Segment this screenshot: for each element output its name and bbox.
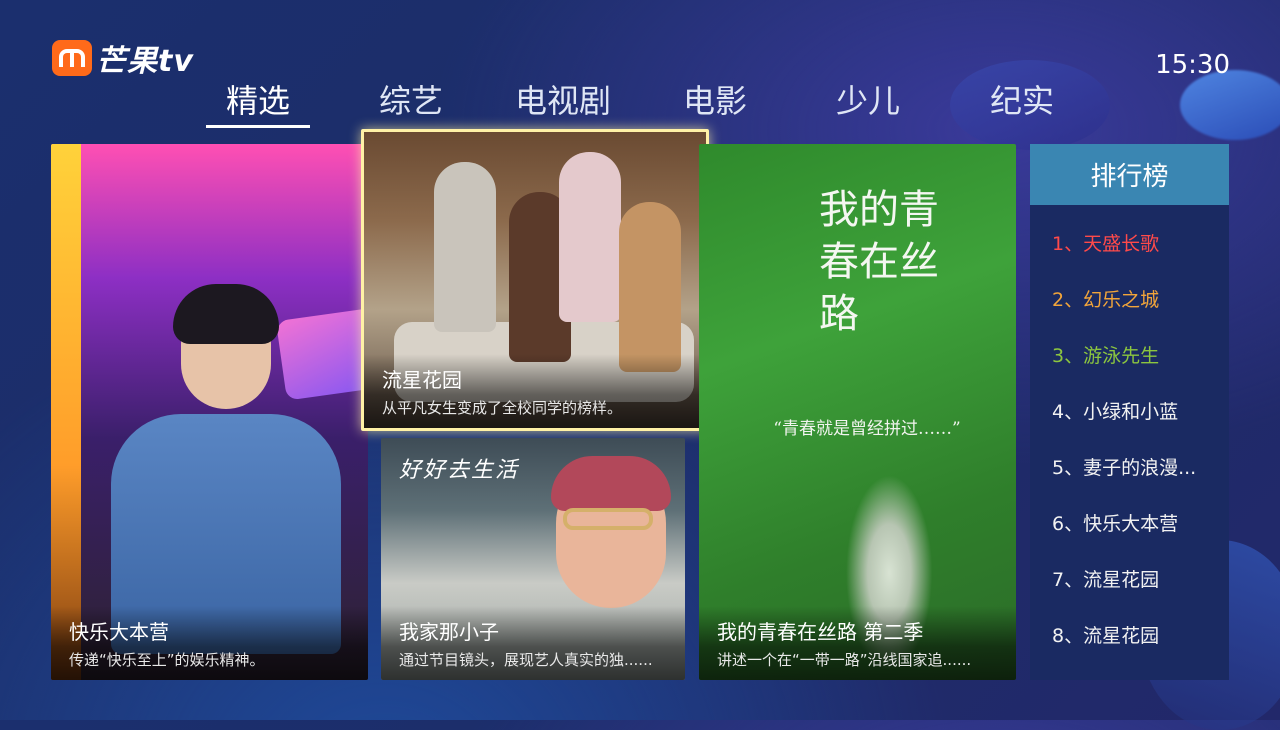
tab-kids[interactable]: 少儿 bbox=[836, 76, 900, 122]
card-title: 快乐大本营 bbox=[69, 620, 169, 644]
ranking-item[interactable]: 1、天盛长歌 bbox=[1030, 214, 1229, 270]
poster-image bbox=[434, 162, 496, 332]
content-card-meteor-garden[interactable]: 流星花园 从平凡女生变成了全校同学的榜样。 bbox=[361, 129, 709, 431]
show-logo-image bbox=[275, 307, 368, 401]
card-caption: 流星花园 从平凡女生变成了全校同学的榜样。 bbox=[364, 354, 706, 428]
ranking-item[interactable]: 2、幻乐之城 bbox=[1030, 270, 1229, 326]
ranking-item[interactable]: 6、快乐大本营 bbox=[1030, 494, 1229, 550]
content-card-youth-silk-road[interactable]: 我的青春在丝路 “青春就是曾经拼过……” 我的青春在丝路 第二季 讲述一个在“一… bbox=[699, 144, 1016, 680]
ranking-item[interactable]: 7、流星花园 bbox=[1030, 550, 1229, 606]
category-tabs: 精选 综艺 电视剧 电影 少儿 纪实 bbox=[0, 76, 1280, 128]
card-caption: 快乐大本营 传递“快乐至上”的娱乐精神。 bbox=[51, 606, 368, 680]
poster-script-text: 好好去生活 bbox=[399, 458, 520, 483]
card-title: 我的青春在丝路 第二季 bbox=[717, 620, 924, 644]
card-title: 我家那小子 bbox=[399, 620, 499, 644]
content-card-my-boy[interactable]: 好好去生活 我家那小子 通过节目镜头，展现艺人真实的独...... bbox=[381, 438, 685, 680]
tab-variety[interactable]: 综艺 bbox=[379, 76, 443, 122]
card-title: 流星花园 bbox=[382, 368, 462, 392]
poster-image bbox=[563, 508, 653, 530]
brand-logo: 芒果tv bbox=[52, 38, 194, 79]
ranking-item[interactable]: 8、流星花园 bbox=[1030, 606, 1229, 662]
tab-tv-series[interactable]: 电视剧 bbox=[515, 76, 611, 122]
card-subtitle: 从平凡女生变成了全校同学的榜样。 bbox=[382, 399, 623, 417]
tab-movies[interactable]: 电影 bbox=[683, 76, 747, 122]
card-subtitle: 讲述一个在“一带一路”沿线国家追...... bbox=[717, 651, 972, 669]
poster-image bbox=[173, 284, 279, 344]
card-subtitle: 通过节目镜头，展现艺人真实的独...... bbox=[399, 651, 653, 669]
card-caption: 我的青春在丝路 第二季 讲述一个在“一带一路”沿线国家追...... bbox=[699, 606, 1016, 680]
card-subtitle: 传递“快乐至上”的娱乐精神。 bbox=[69, 651, 265, 669]
card-caption: 我家那小子 通过节目镜头，展现艺人真实的独...... bbox=[381, 606, 685, 680]
poster-image bbox=[559, 152, 621, 322]
ranking-header: 排行榜 bbox=[1030, 144, 1229, 205]
ranking-panel: 排行榜 1、天盛长歌 2、幻乐之城 3、游泳先生 4、小绿和小蓝 5、妻子的浪漫… bbox=[1030, 144, 1229, 680]
ranking-item[interactable]: 5、妻子的浪漫... bbox=[1030, 438, 1229, 494]
poster-image bbox=[551, 456, 671, 511]
poster-title-text: 我的青春在丝路 bbox=[819, 187, 939, 337]
content-card-happy-camp[interactable]: 快乐大本营 传递“快乐至上”的娱乐精神。 bbox=[51, 144, 368, 680]
mango-logo-icon bbox=[52, 40, 92, 76]
poster-quote-text: “青春就是曾经拼过……” bbox=[773, 419, 961, 439]
brand-name: 芒果tv bbox=[96, 44, 194, 79]
poster-image bbox=[619, 202, 681, 372]
ranking-item[interactable]: 4、小绿和小蓝 bbox=[1030, 382, 1229, 438]
tab-featured[interactable]: 精选 bbox=[205, 76, 311, 128]
ranking-list: 1、天盛长歌 2、幻乐之城 3、游泳先生 4、小绿和小蓝 5、妻子的浪漫... … bbox=[1030, 214, 1229, 662]
tab-documentary[interactable]: 纪实 bbox=[990, 76, 1054, 122]
ranking-item[interactable]: 3、游泳先生 bbox=[1030, 326, 1229, 382]
poster-image bbox=[51, 144, 81, 680]
